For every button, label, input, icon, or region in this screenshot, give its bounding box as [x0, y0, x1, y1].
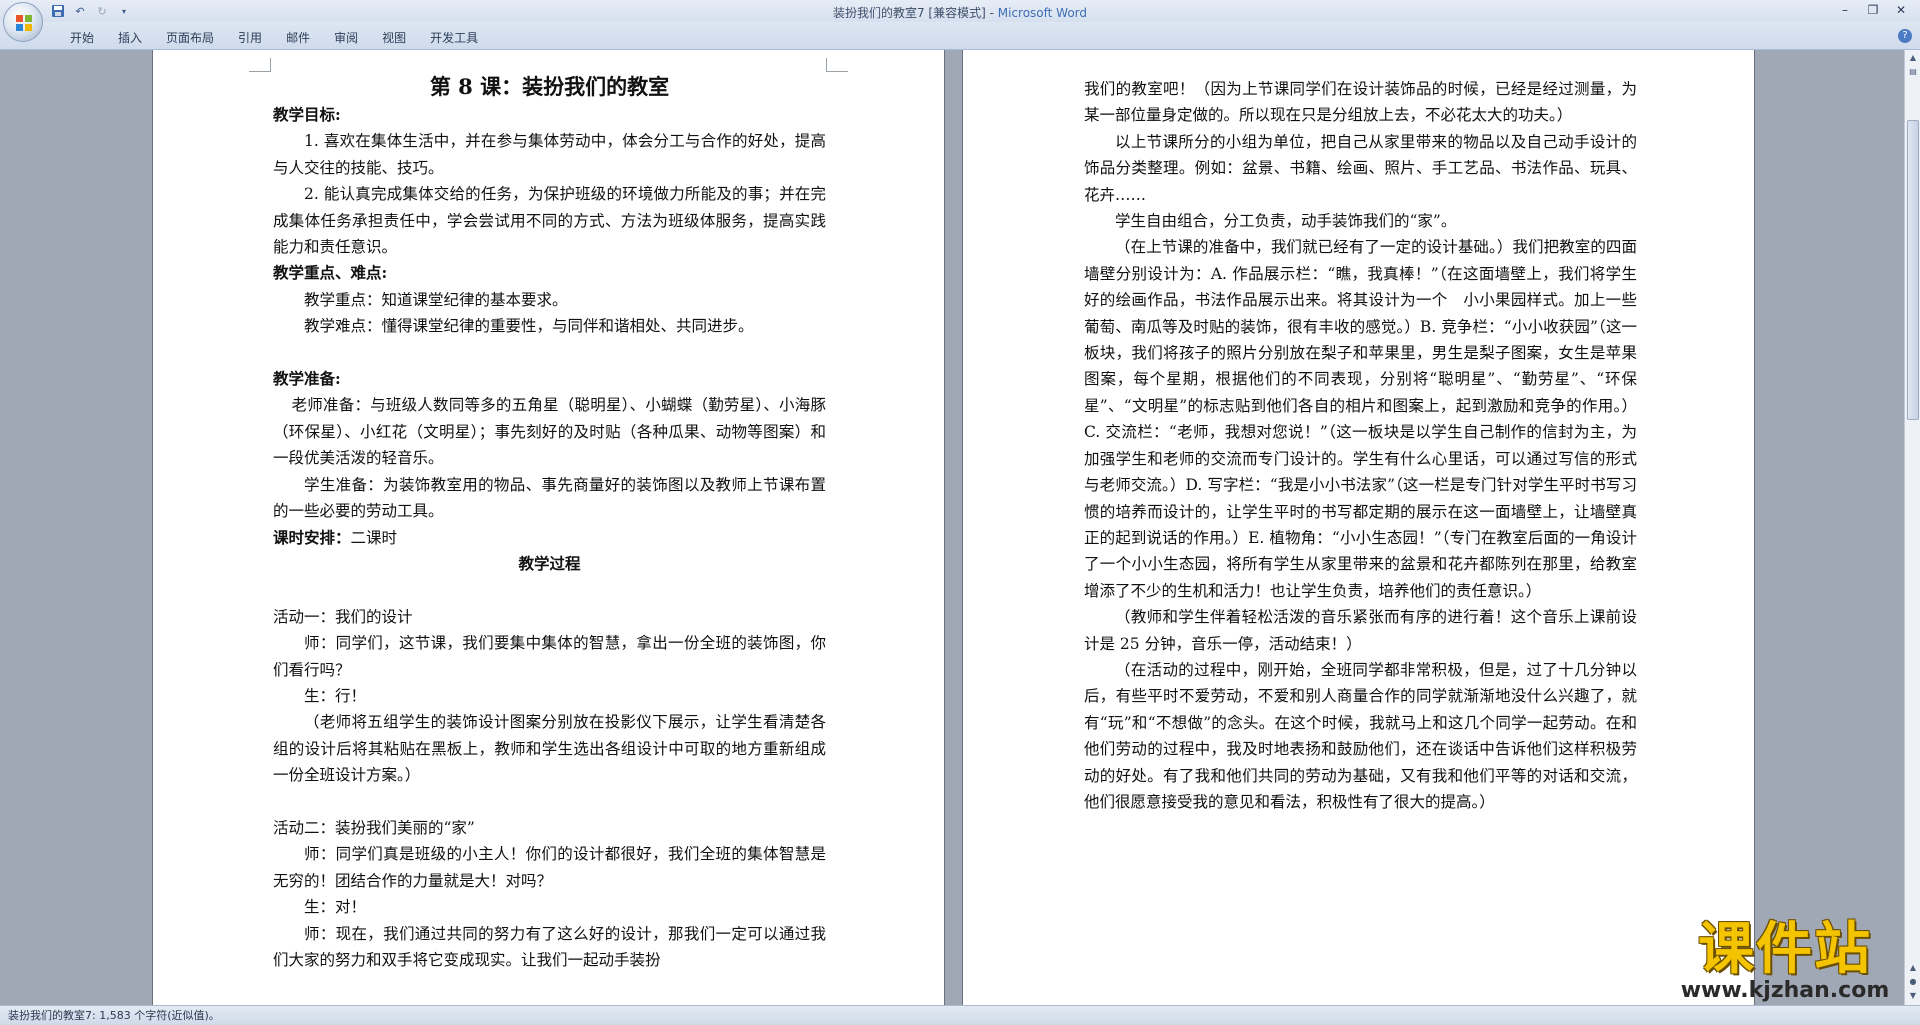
ruler-toggle-icon[interactable]: ▤: [1907, 66, 1919, 78]
paragraph: 我们的教室吧！（因为上节课同学们在设计装饰品的时候，已经是经过测量，为某一部位量…: [1084, 80, 1637, 125]
scroll-thumb[interactable]: [1907, 120, 1919, 420]
section-heading: 教学过程: [518, 553, 581, 573]
watermark-url: www.kjzhan.com: [1680, 978, 1890, 1003]
word-count-status[interactable]: 装扮我们的教室7: 1,583 个字符(近似值)。: [8, 1009, 220, 1022]
watermark-logo-text: 课件站: [1698, 917, 1872, 982]
lesson-title: 第 8 课：装扮我们的教室: [429, 74, 670, 99]
minimize-icon[interactable]: –: [1832, 1, 1858, 19]
ribbon-tabs: 开始 插入 页面布局 引用 邮件 审阅 视图 开发工具: [58, 29, 490, 46]
restore-icon[interactable]: ❐: [1860, 1, 1886, 19]
ribbon-tab[interactable]: 引用: [226, 29, 274, 46]
scroll-up-icon[interactable]: ▲: [1907, 52, 1919, 64]
margin-mark: [249, 58, 271, 72]
document-area: 第 8 课：装扮我们的教室 教学目标: 1. 喜欢在集体生活中，并在参与集体劳动中…: [0, 50, 1904, 1005]
document-title: 装扮我们的教室7 [兼容模式] -: [832, 6, 998, 20]
ribbon-tab[interactable]: 页面布局: [154, 29, 226, 46]
vertical-scrollbar[interactable]: ▲ ▤ ▲ ● ▼: [1904, 50, 1920, 1005]
next-page-icon[interactable]: ▼: [1907, 990, 1919, 1002]
ribbon-tab[interactable]: 审阅: [322, 29, 370, 46]
paragraph: （教师和学生伴着轻松活泼的音乐紧张而有序的进行着！这个音乐上课前设计是 25 分…: [1084, 608, 1637, 653]
paragraph: 以上节课所分的小组为单位，把自己从家里带来的物品以及自己动手设计的饰品分类整理。…: [1084, 132, 1637, 204]
margin-mark: [826, 58, 848, 72]
close-icon[interactable]: ✕: [1888, 1, 1914, 19]
paragraph: 活动二：装扮我们美丽的“家”: [273, 818, 475, 837]
window-title: 装扮我们的教室7 [兼容模式] - Microsoft Word: [0, 4, 1920, 21]
status-bar: 装扮我们的教室7: 1,583 个字符(近似值)。: [0, 1005, 1920, 1025]
empty-paragraph: [273, 789, 826, 815]
paragraph: 活动一：我们的设计: [273, 607, 413, 626]
section-heading: 教学准备:: [273, 369, 341, 389]
paragraph: 教学难点：懂得课堂纪律的重要性，与同伴和谐相处、共同进步。: [304, 317, 754, 336]
ribbon-tab[interactable]: 视图: [370, 29, 418, 46]
section-heading: 教学目标:: [273, 105, 341, 124]
paragraph: （在活动的过程中，刚开始，全班同学都非常积极，但是，过了十几分钟以后，有些平时不…: [1084, 660, 1637, 811]
ribbon-tab[interactable]: 插入: [106, 29, 154, 46]
inline-label: 课时安排：: [273, 527, 351, 547]
section-heading: 教学重点、难点:: [273, 263, 388, 283]
office-logo-icon: [16, 15, 32, 31]
app-title: Microsoft Word: [997, 6, 1088, 20]
paragraph: 生：行！: [304, 686, 367, 705]
paragraph: 2. 能认真完成集体交给的任务，为保护班级的环境做力所能及的事；并在完成集体任务…: [273, 185, 826, 257]
title-bar: ↶ ↻ ▾ 装扮我们的教室7 [兼容模式] - Microsoft Word –…: [0, 0, 1920, 22]
paragraph: 师：同学们，这节课，我们要集中集体的智慧，拿出一份全班的装饰图，你们看行吗？: [273, 634, 826, 679]
paragraph: 老师准备：与班级人数同等多的五角星（聪明星）、小蝴蝶（勤劳星）、小海豚（环保星）…: [273, 396, 826, 468]
watermark: 课件站 www.kjzhan.com: [1670, 920, 1900, 1002]
office-button[interactable]: [3, 2, 43, 42]
paragraph: 师：现在，我们通过共同的努力有了这么好的设计，那我们一定可以通过我们大家的努力和…: [273, 924, 826, 969]
page-2-content[interactable]: 我们的教室吧！（因为上节课同学们在设计装饰品的时候，已经是经过测量，为某一部位量…: [963, 76, 1754, 842]
page-1-content[interactable]: 第 8 课：装扮我们的教室 教学目标: 1. 喜欢在集体生活中，并在参与集体劳动中…: [153, 72, 944, 973]
ribbon-tab-row: 开始 插入 页面布局 引用 邮件 审阅 视图 开发工具 ?: [0, 22, 1920, 50]
paragraph: 课时安排：二课时: [273, 525, 826, 551]
paragraph: （在上节课的准备中，我们就已经有了一定的设计基础。）我们把教室的四面墙壁分别设计…: [1084, 238, 1637, 600]
empty-paragraph: [1084, 815, 1637, 841]
empty-paragraph: [273, 577, 826, 603]
paragraph: 生：对！: [304, 898, 367, 917]
paragraph: 学生准备：为装饰教室用的物品、事先商量好的装饰图以及教师上节课布置的一些必要的劳…: [273, 475, 826, 521]
paragraph: 学生自由组合，分工负责，动手装饰我们的“家”。: [1115, 212, 1457, 231]
previous-page-icon[interactable]: ▲: [1907, 962, 1919, 974]
page-1: 第 8 课：装扮我们的教室 教学目标: 1. 喜欢在集体生活中，并在参与集体劳动中…: [152, 50, 945, 1005]
paragraph: 1. 喜欢在集体生活中，并在参与集体劳动中，体会分工与合作的好处，提高与人交往的…: [273, 132, 826, 177]
paragraph: （老师将五组学生的装饰设计图案分别放在投影仪下展示，让学生看清楚各组的设计后将其…: [273, 713, 826, 785]
ribbon-tab[interactable]: 开始: [58, 29, 106, 46]
help-icon[interactable]: ?: [1898, 29, 1912, 43]
select-browse-object-icon[interactable]: ●: [1907, 976, 1919, 988]
inline-text: 二课时: [350, 528, 398, 547]
paragraph: 教学重点：知道课堂纪律的基本要求。: [304, 290, 568, 309]
empty-paragraph: [273, 340, 826, 366]
paragraph: 师：同学们真是班级的小主人！你们的设计都很好，我们全班的集体智慧是无穷的！团结合…: [273, 845, 826, 890]
window-controls: – ❐ ✕: [1832, 1, 1914, 19]
ribbon-tab[interactable]: 邮件: [274, 29, 322, 46]
ribbon-tab[interactable]: 开发工具: [418, 29, 490, 46]
page-2: 我们的教室吧！（因为上节课同学们在设计装饰品的时候，已经是经过测量，为某一部位量…: [962, 50, 1755, 1005]
